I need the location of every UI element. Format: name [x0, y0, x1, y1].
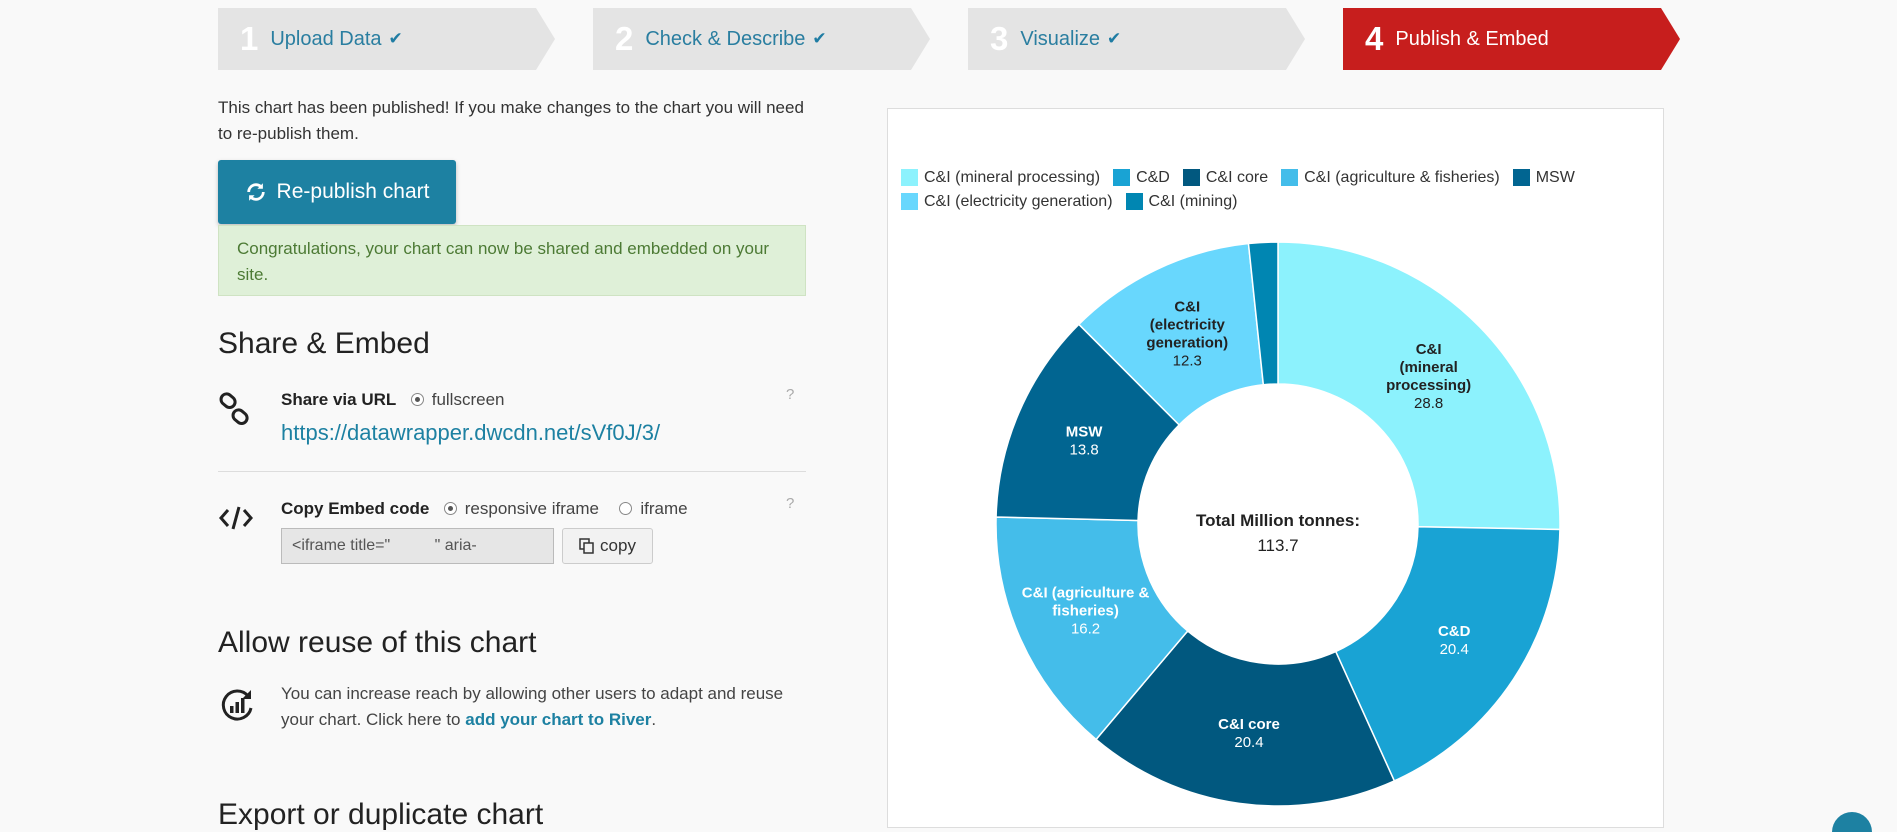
slice-label: C&I core	[1218, 716, 1280, 733]
step-number: 3	[990, 20, 1009, 57]
step-label: Check & Describe	[645, 27, 806, 50]
share-url-link[interactable]: https://datawrapper.dwcdn.net/sVf0J/3/	[281, 420, 660, 446]
slice-value: 28.8	[1414, 395, 1443, 412]
code-icon	[218, 503, 254, 538]
step-visualize[interactable]: 3 Visualize ✔	[968, 8, 1305, 70]
step-number: 2	[615, 20, 634, 57]
share-url-row: Share via URL fullscreen	[281, 390, 504, 410]
slice-label: processing)	[1386, 377, 1471, 394]
republish-label: Re-publish chart	[276, 180, 430, 203]
copy-button[interactable]: copy	[562, 528, 653, 564]
help-icon[interactable]: ?	[786, 495, 794, 512]
slice-label: (electricity	[1150, 317, 1226, 334]
responsive-iframe-label: responsive iframe	[464, 499, 599, 518]
center-label: Total Million tonnes:	[1196, 511, 1360, 530]
embed-code-textarea[interactable]: <iframe title=" " aria-	[281, 528, 554, 564]
step-number: 4	[1365, 20, 1384, 57]
checkmark-icon: ✔	[812, 29, 827, 48]
slice-value: 13.8	[1070, 442, 1099, 459]
iframe-radio[interactable]	[619, 502, 633, 515]
share-embed-title: Share & Embed	[218, 327, 430, 360]
donut-chart: C&I(mineralprocessing)28.8C&D20.4C&I cor…	[995, 241, 1561, 807]
step-label: Upload Data	[270, 27, 382, 50]
step-label: Publish & Embed	[1395, 27, 1549, 50]
step-label: Visualize	[1020, 27, 1101, 50]
step-upload-data[interactable]: 1 Upload Data ✔	[218, 8, 555, 70]
published-note: This chart has been published! If you ma…	[218, 98, 804, 143]
slice-label: C&I (agriculture &	[1022, 584, 1150, 601]
slice-value: 20.4	[1440, 641, 1469, 658]
reuse-description: You can increase reach by allowing other…	[281, 681, 801, 733]
help-chat-button[interactable]	[1832, 812, 1872, 832]
workflow-steps: 1 Upload Data ✔ 2 Check & Describe ✔ 3 V…	[0, 8, 1897, 70]
checkmark-icon: ✔	[388, 29, 403, 48]
slice-label: C&I	[1174, 299, 1200, 316]
success-alert: Congratulations, your chart can now be s…	[218, 225, 806, 296]
checkmark-icon: ✔	[1107, 29, 1122, 48]
sync-icon	[245, 181, 267, 203]
iframe-label: iframe	[640, 499, 688, 518]
step-publish-embed[interactable]: 4 Publish & Embed	[1343, 8, 1680, 70]
slice-label: fisheries)	[1052, 602, 1119, 619]
link-icon	[218, 392, 252, 431]
export-title: Export or duplicate chart	[218, 798, 544, 831]
share-url-label: Share via URL	[281, 390, 397, 409]
center-value: 113.7	[1257, 536, 1298, 555]
slice-label: C&D	[1438, 623, 1471, 640]
fullscreen-label: fullscreen	[431, 390, 505, 409]
slice-label: C&I	[1416, 341, 1442, 358]
help-icon[interactable]: ?	[786, 386, 794, 403]
fullscreen-radio[interactable]	[410, 393, 424, 406]
embed-code-row: Copy Embed code responsive iframe iframe	[281, 499, 688, 519]
slice-label: generation)	[1146, 335, 1228, 352]
reuse-title: Allow reuse of this chart	[218, 626, 537, 659]
slice-label: MSW	[1066, 424, 1104, 441]
river-reuse-icon	[218, 686, 256, 729]
slice-value: 16.2	[1071, 620, 1100, 637]
slice-value: 12.3	[1173, 353, 1202, 370]
chart-preview: C&I (mineral processing) C&D C&I core C&I (…	[887, 108, 1664, 828]
copy-icon	[579, 538, 595, 554]
reuse-text-end: .	[651, 710, 657, 729]
add-to-river-link[interactable]: add your chart to River	[465, 710, 651, 729]
step-number: 1	[240, 20, 259, 57]
republish-button[interactable]: Re-publish chart	[218, 160, 456, 224]
copy-label: copy	[600, 536, 636, 555]
step-check-describe[interactable]: 2 Check & Describe ✔	[593, 8, 930, 70]
slice-value: 20.4	[1234, 734, 1263, 751]
responsive-iframe-radio[interactable]	[443, 502, 457, 515]
divider	[218, 471, 806, 472]
embed-code-label: Copy Embed code	[281, 499, 430, 518]
slice-label: (mineral	[1399, 359, 1457, 376]
